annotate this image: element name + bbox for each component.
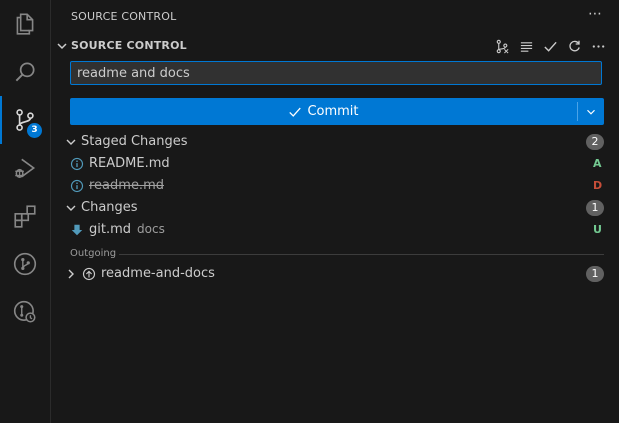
view-as-list-button[interactable] [517, 37, 535, 55]
markdown-download-icon [71, 224, 83, 236]
chevron-right-icon [68, 269, 74, 279]
git-history-icon [13, 300, 36, 323]
view-graph-button[interactable] [493, 37, 511, 55]
section-title: SOURCE CONTROL [71, 39, 187, 52]
check-icon [289, 107, 302, 117]
commit-dropdown-button[interactable] [578, 98, 604, 125]
source-control-sidebar: SOURCE CONTROL ⋯ SOURCE CONTROL readme a… [51, 0, 619, 423]
file-name: git.md [89, 222, 132, 237]
staged-count-badge: 2 [586, 134, 604, 150]
changes-title: Changes [81, 200, 138, 215]
source-control-button[interactable]: 3 [0, 96, 50, 144]
search-button[interactable] [0, 48, 50, 96]
file-name: readme.md [89, 178, 164, 193]
source-control-section-header[interactable]: SOURCE CONTROL [51, 35, 619, 57]
search-icon [15, 62, 35, 82]
commit-check-button[interactable] [541, 37, 559, 55]
more-icon [592, 44, 604, 48]
staged-changes-header[interactable]: Staged Changes 2 [51, 131, 619, 153]
chevron-down-icon [66, 205, 76, 211]
changes-count-badge: 1 [586, 200, 604, 216]
extensions-button[interactable] [0, 192, 50, 240]
view-graph-icon [496, 39, 508, 53]
file-status-added: A [593, 157, 602, 170]
file-status-deleted: D [593, 179, 603, 192]
run-debug-button[interactable] [0, 144, 50, 192]
git-graph-button[interactable] [0, 240, 50, 288]
staged-changes-title: Staged Changes [81, 134, 188, 149]
view-title: SOURCE CONTROL [71, 10, 177, 23]
chevron-down-icon [66, 139, 76, 145]
more-actions-button[interactable] [589, 37, 607, 55]
run-debug-icon [15, 158, 36, 178]
commit-message-input[interactable] [70, 61, 602, 85]
outgoing-title: Outgoing [70, 248, 117, 259]
git-graph-icon [13, 252, 37, 276]
outgoing-item-label: readme-and-docs [101, 266, 215, 281]
info-icon [70, 157, 84, 171]
staged-file-row[interactable]: README.md A [51, 153, 619, 175]
file-name: README.md [89, 156, 170, 171]
outgoing-count-badge: 1 [586, 266, 604, 282]
extensions-icon [14, 205, 36, 228]
refresh-button[interactable] [565, 37, 583, 55]
explorer-button[interactable] [0, 0, 50, 48]
section-actions [493, 37, 607, 55]
files-icon [16, 13, 34, 35]
chevron-down-icon [587, 109, 595, 115]
commit-button-label: Commit [307, 104, 359, 119]
arrow-up-circle-icon [82, 267, 96, 281]
file-status-untracked: U [593, 223, 602, 236]
staged-file-row[interactable]: readme.md D [51, 175, 619, 197]
source-control-badge: 3 [27, 123, 42, 138]
git-history-button[interactable] [0, 288, 50, 336]
commit-button[interactable]: Commit [70, 98, 577, 125]
refresh-icon [568, 40, 580, 51]
commit-check-icon [543, 41, 557, 52]
outgoing-item-row[interactable]: readme-and-docs 1 [51, 263, 619, 285]
file-folder: docs [137, 222, 165, 236]
changes-header[interactable]: Changes 1 [51, 197, 619, 219]
commit-button-group: Commit [70, 98, 604, 125]
outgoing-divider [119, 254, 604, 255]
info-icon [70, 179, 84, 193]
activity-bar: 3 [0, 0, 51, 423]
file-label: git.md docs [89, 222, 165, 237]
view-as-list-icon [520, 41, 532, 52]
changes-file-row[interactable]: git.md docs U [51, 219, 619, 241]
view-more-button[interactable]: ⋯ [585, 6, 605, 26]
chevron-down-icon [57, 43, 67, 50]
